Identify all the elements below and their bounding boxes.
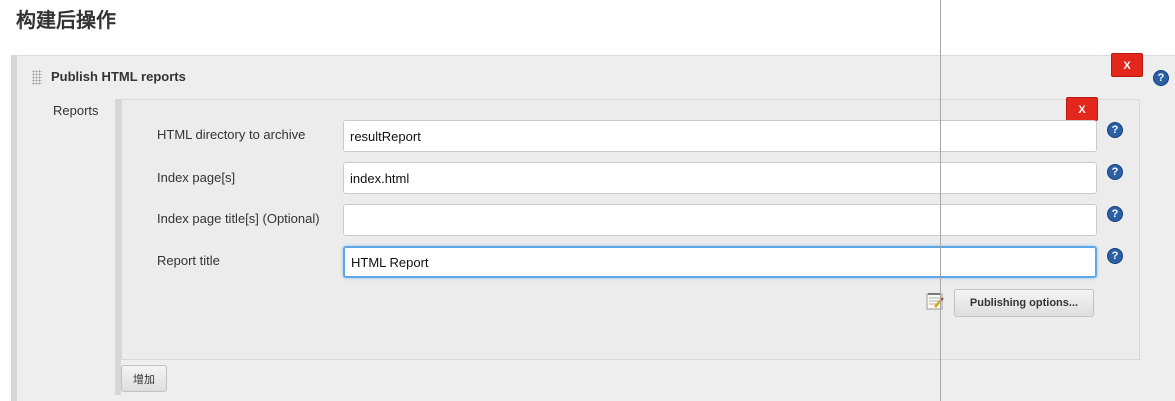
publishing-options-button[interactable]: Publishing options... (954, 289, 1094, 317)
report-title-help-icon[interactable]: ? (1107, 248, 1123, 264)
html-directory-help-icon[interactable]: ? (1107, 122, 1123, 138)
html-directory-input[interactable] (343, 120, 1097, 152)
publisher-panel-bar (11, 55, 17, 401)
html-directory-label: HTML directory to archive (157, 127, 306, 142)
add-report-button[interactable]: 增加 (121, 365, 167, 392)
notepad-icon (926, 293, 944, 310)
index-pages-label: Index page[s] (157, 170, 236, 185)
index-pages-input[interactable] (343, 162, 1097, 194)
report-title-input[interactable] (343, 246, 1097, 278)
section-title: 构建后操作 (16, 8, 116, 32)
publisher-help-icon[interactable]: ? (1153, 70, 1169, 86)
post-build-actions-page: 构建后操作 Publish HTML reports X ? Reports X… (0, 0, 1175, 401)
index-pages-help-icon[interactable]: ? (1107, 164, 1123, 180)
delete-publisher-button[interactable]: X (1111, 53, 1143, 77)
index-page-titles-help-icon[interactable]: ? (1107, 206, 1123, 222)
reports-label: Reports (53, 103, 99, 118)
index-page-titles-label: Index page title[s] (Optional) (157, 211, 320, 226)
index-page-titles-input[interactable] (343, 204, 1097, 236)
drag-handle-icon[interactable] (32, 70, 42, 85)
report-title-label: Report title (157, 253, 220, 268)
divider-line (940, 0, 941, 401)
publisher-title: Publish HTML reports (51, 69, 186, 84)
delete-report-button[interactable]: X (1066, 97, 1098, 121)
